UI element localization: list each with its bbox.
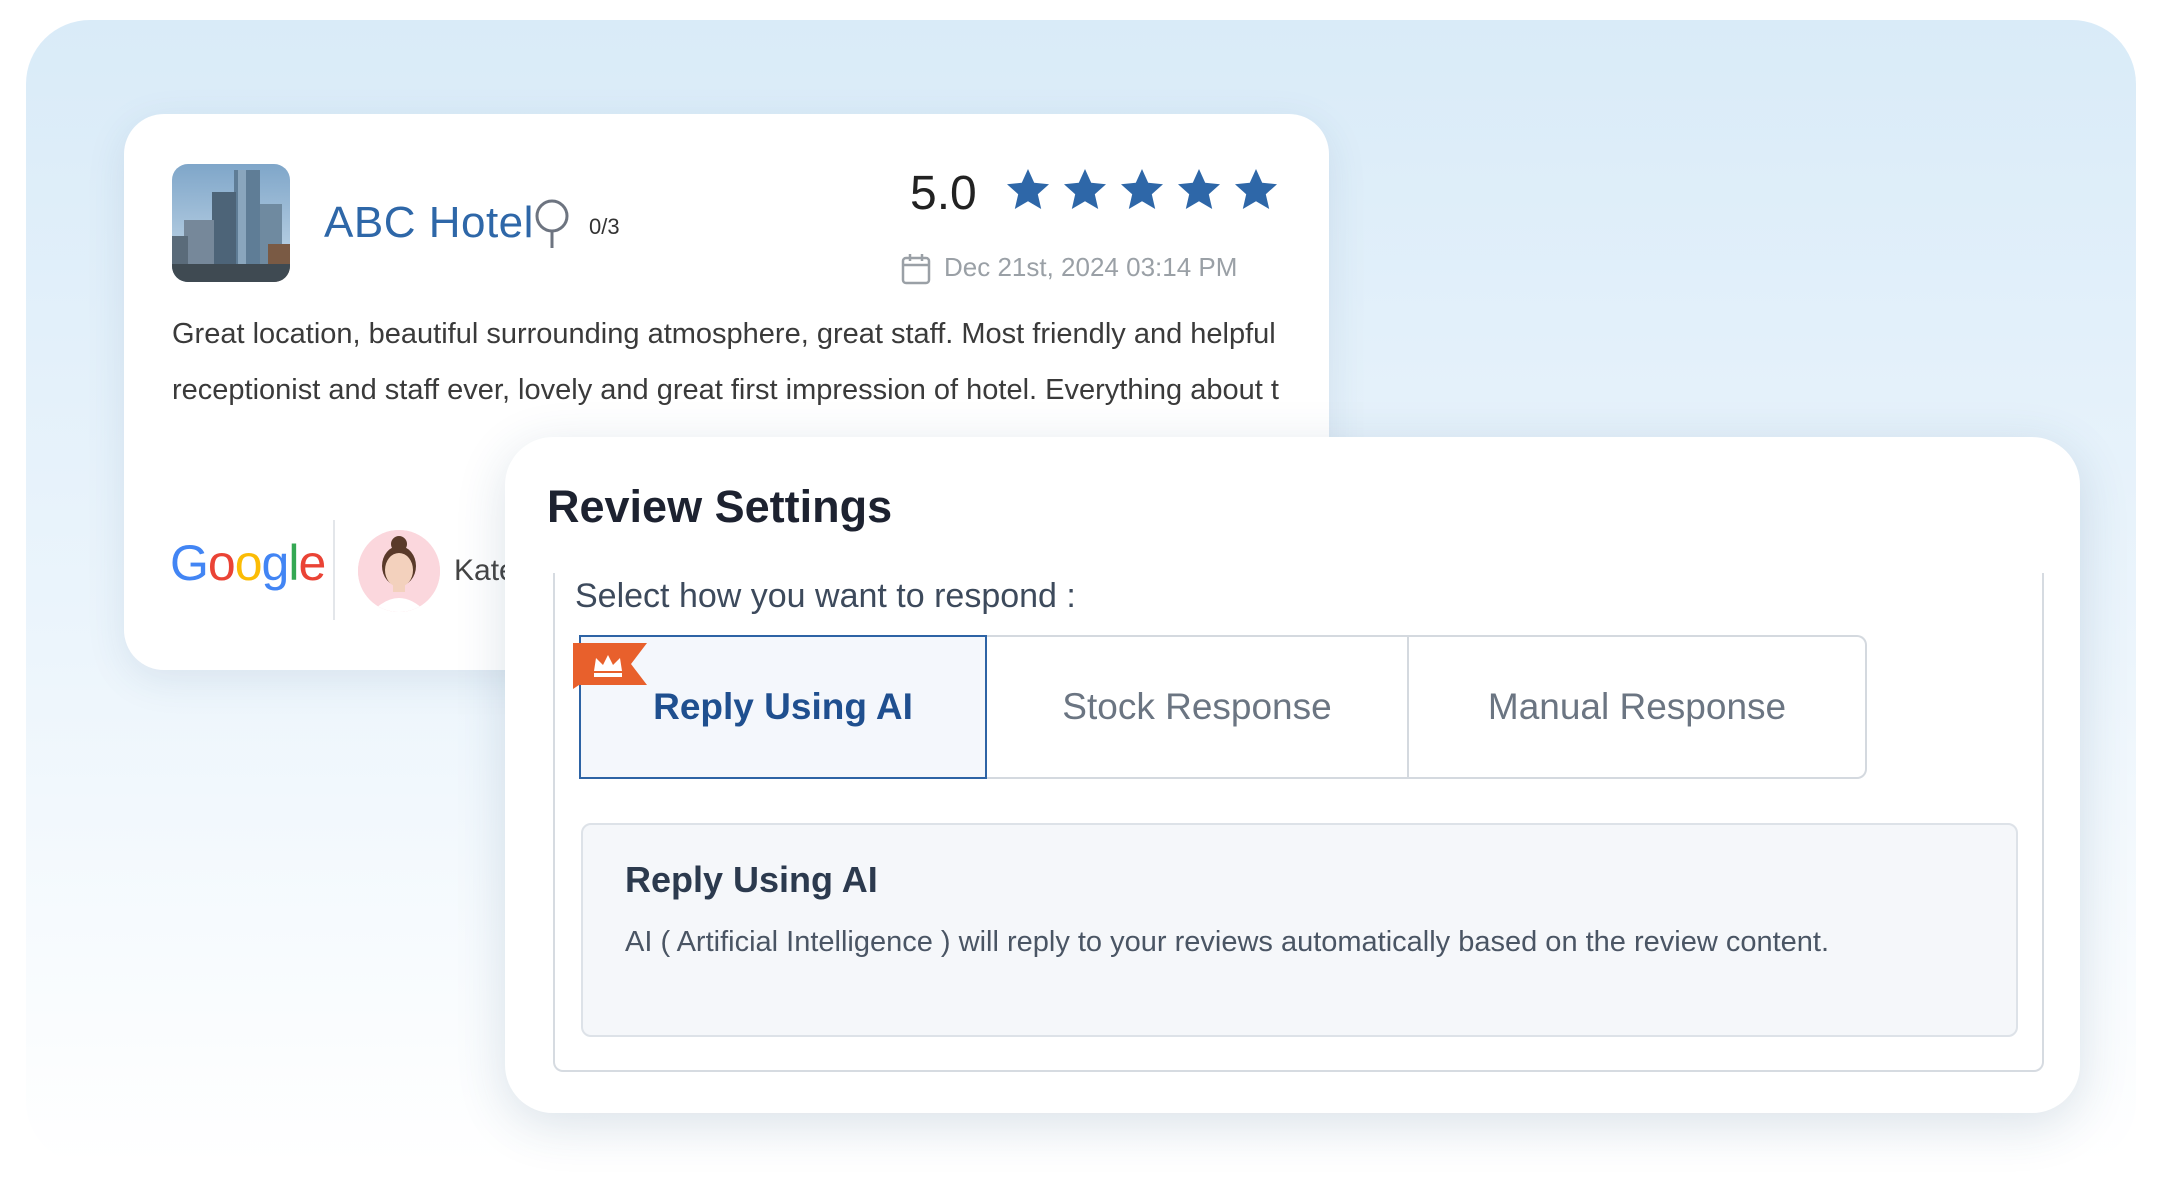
option-manual-response[interactable]: Manual Response bbox=[1409, 635, 1867, 779]
star-icon bbox=[1178, 169, 1220, 209]
hotel-name[interactable]: ABC Hotel bbox=[324, 198, 534, 248]
option-label: Stock Response bbox=[1062, 686, 1332, 727]
hotel-thumbnail bbox=[172, 164, 290, 282]
respond-prompt: Select how you want to respond : bbox=[575, 577, 1076, 615]
option-description-box: Reply Using AI AI ( Artificial Intellige… bbox=[581, 823, 2018, 1037]
source-divider bbox=[333, 520, 335, 620]
star-icon bbox=[1007, 169, 1049, 209]
rating-value: 5.0 bbox=[910, 167, 977, 220]
description-title: Reply Using AI bbox=[625, 859, 878, 900]
option-label: Reply Using AI bbox=[653, 686, 913, 727]
response-options: Reply Using AI Stock Response Manual Res… bbox=[573, 635, 1867, 779]
map-pin-icon[interactable] bbox=[532, 198, 572, 250]
description-body: AI ( Artificial Intelligence ) will repl… bbox=[625, 926, 1830, 958]
crown-icon bbox=[573, 643, 647, 689]
settings-title: Review Settings bbox=[547, 481, 893, 532]
google-logo: Google bbox=[170, 535, 326, 591]
review-date: Dec 21st, 2024 03:14 PM bbox=[944, 252, 1238, 282]
option-reply-using-ai[interactable]: Reply Using AI bbox=[573, 635, 987, 779]
option-stock-response[interactable]: Stock Response bbox=[987, 635, 1409, 779]
avatar bbox=[358, 530, 440, 612]
option-label: Manual Response bbox=[1487, 686, 1787, 727]
star-icon bbox=[1235, 169, 1277, 209]
pin-count: 0/3 bbox=[589, 214, 620, 239]
star-rating bbox=[1004, 166, 1280, 214]
review-settings-panel: Review Settings Select how you want to r… bbox=[505, 437, 2080, 1113]
star-icon bbox=[1064, 169, 1106, 209]
calendar-icon bbox=[901, 254, 931, 285]
settings-body: Select how you want to respond : Reply U… bbox=[553, 573, 2044, 1072]
star-icon bbox=[1121, 169, 1163, 209]
